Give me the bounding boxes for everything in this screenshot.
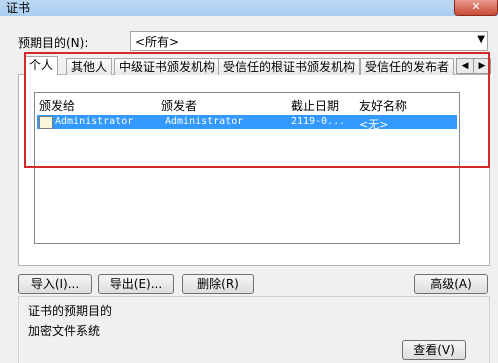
purposes-value: 加密文件系统 bbox=[28, 324, 101, 338]
remove-button[interactable]: 删除(R) bbox=[182, 274, 254, 294]
column-issued-to[interactable]: 颁发给 bbox=[39, 97, 75, 115]
tab-scroll-left-icon[interactable]: ◀ bbox=[456, 58, 474, 74]
cell-expiration: 2119-0... bbox=[291, 116, 346, 127]
column-expiration[interactable]: 截止日期 bbox=[291, 97, 339, 115]
window-title: 证书 bbox=[6, 1, 31, 15]
purposes-title: 证书的预期目的 bbox=[28, 304, 113, 318]
import-button[interactable]: 导入(I)... bbox=[18, 274, 92, 294]
column-issued-by[interactable]: 颁发者 bbox=[161, 97, 197, 115]
tab-scroll-right-icon[interactable]: ▶ bbox=[473, 58, 491, 74]
view-button[interactable]: 查看(V) bbox=[402, 340, 466, 360]
dropdown-arrow-icon[interactable]: ▼ bbox=[477, 34, 485, 45]
export-button[interactable]: 导出(E)... bbox=[98, 274, 174, 294]
certificate-list[interactable]: 颁发给 颁发者 截止日期 友好名称 Administrator Administ… bbox=[34, 92, 460, 244]
title-bar: 证书 ✕ bbox=[0, 0, 498, 16]
tab-other-people[interactable]: 其他人 bbox=[66, 58, 113, 75]
tab-trusted-root-ca[interactable]: 受信任的根证书颁发机构 bbox=[218, 58, 361, 75]
certificate-icon bbox=[39, 116, 53, 129]
certificate-row[interactable]: Administrator Administrator 2119-0... <无… bbox=[37, 115, 457, 131]
cell-issued-by: Administrator bbox=[165, 116, 244, 127]
column-friendly-name[interactable]: 友好名称 bbox=[359, 97, 407, 115]
cell-issued-to: Administrator bbox=[55, 116, 134, 127]
tab-trusted-publishers[interactable]: 受信任的发布者 bbox=[360, 58, 455, 75]
intended-purpose-label: 预期目的(N): bbox=[18, 36, 89, 50]
cell-friendly-name: <无> bbox=[359, 118, 389, 131]
intended-purpose-select[interactable]: <所有> ▼ bbox=[130, 31, 488, 51]
intended-purpose-value: <所有> bbox=[135, 35, 180, 49]
tab-personal[interactable]: 个人 bbox=[24, 56, 59, 75]
advanced-button[interactable]: 高级(A) bbox=[414, 274, 488, 294]
tab-intermediate-ca[interactable]: 中级证书颁发机构 bbox=[114, 58, 221, 75]
close-button[interactable]: ✕ bbox=[454, 0, 498, 16]
